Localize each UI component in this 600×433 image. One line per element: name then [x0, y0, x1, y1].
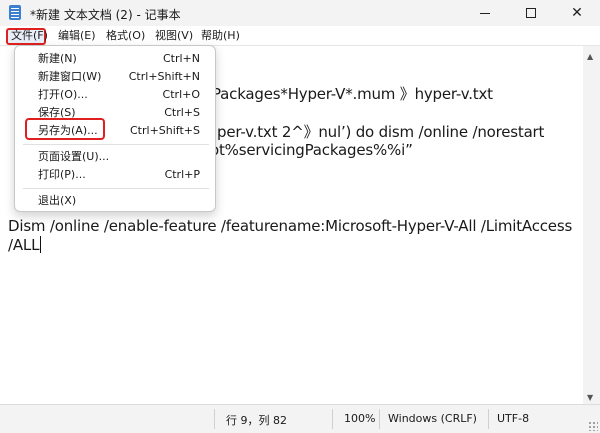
menu-view[interactable]: 视图(V): [155, 28, 193, 44]
menu-separator: [23, 144, 209, 145]
status-bar: 行 9，列 82 100% Windows (CRLF) UTF-8: [0, 404, 600, 433]
scroll-up-arrow-icon[interactable]: ▲: [587, 52, 593, 61]
menu-item-label: 页面设置(U)...: [38, 150, 110, 163]
menu-item-label: 新建窗口(W): [38, 70, 102, 83]
menu-item-shortcut: Ctrl+Shift+N: [128, 70, 200, 83]
maximize-button[interactable]: [508, 0, 554, 26]
status-divider: [379, 409, 380, 429]
menu-item-label: 打开(O)...: [38, 88, 88, 101]
menu-item-shortcut: Ctrl+P: [164, 168, 200, 181]
menu-help[interactable]: 帮助(H): [201, 28, 240, 44]
close-icon: ✕: [571, 5, 583, 21]
resize-grip-icon[interactable]: [588, 421, 598, 431]
menu-bar: 文件(F) 编辑(E) 格式(O) 视图(V) 帮助(H): [0, 26, 600, 46]
menu-item-print[interactable]: 打印(P)... Ctrl+P: [15, 165, 215, 184]
close-button[interactable]: ✕: [554, 0, 600, 26]
status-divider: [214, 409, 215, 429]
menu-item-new[interactable]: 新建(N) Ctrl+N: [15, 49, 215, 68]
menu-item-label: 退出(X): [38, 194, 77, 207]
menu-format[interactable]: 格式(O): [106, 28, 145, 44]
menu-item-shortcut: Ctrl+O: [162, 88, 200, 101]
cursor-position: 行 9，列 82: [226, 414, 287, 427]
vertical-scrollbar[interactable]: ▲ ▼: [583, 46, 600, 404]
editor-line-text: /ALL: [8, 236, 40, 254]
editor-line: ot%servicingPackages%%i”: [210, 141, 413, 159]
encoding[interactable]: UTF-8: [497, 412, 529, 425]
menu-edit[interactable]: 编辑(E): [58, 28, 96, 44]
title-bar[interactable]: *新建 文本文档 (2) - 记事本 ✕: [0, 0, 600, 26]
menu-item-exit[interactable]: 退出(X): [15, 191, 215, 210]
menu-item-page-setup[interactable]: 页面设置(U)...: [15, 147, 215, 166]
notepad-window: *新建 文本文档 (2) - 记事本 ✕ 文件(F) 编辑(E) 格式(O) 视…: [0, 0, 600, 433]
menu-item-label: 新建(N): [38, 52, 77, 65]
editor-line-with-caret: /ALL: [8, 236, 42, 254]
zoom-level[interactable]: 100%: [344, 412, 375, 425]
line-ending[interactable]: Windows (CRLF): [388, 412, 477, 425]
scroll-down-arrow-icon[interactable]: ▼: [587, 393, 593, 402]
minimize-icon: [480, 12, 490, 14]
editor-line: per-v.txt 2^》nul’) do dism /online /nore…: [217, 123, 545, 141]
menu-item-shortcut: Ctrl+S: [164, 106, 200, 119]
maximize-icon: [526, 8, 536, 18]
window-title: *新建 文本文档 (2) - 记事本: [30, 8, 181, 22]
text-caret: [40, 236, 42, 253]
status-divider: [488, 409, 489, 429]
menu-item-shortcut: Ctrl+N: [162, 52, 200, 65]
notepad-app-icon: [9, 5, 21, 20]
editor-line: Dism /online /enable-feature /featurenam…: [8, 217, 573, 235]
editor-line: Packages*Hyper-V*.mum 》hyper-v.txt: [212, 85, 493, 103]
menu-item-new-window[interactable]: 新建窗口(W) Ctrl+Shift+N: [15, 67, 215, 86]
menu-separator: [23, 188, 209, 189]
menu-item-open[interactable]: 打开(O)... Ctrl+O: [15, 85, 215, 104]
menu-item-label: 打印(P)...: [38, 168, 86, 181]
status-divider: [332, 409, 333, 429]
menu-file[interactable]: 文件(F): [6, 28, 48, 45]
save-as-highlight-box: [25, 118, 105, 140]
menu-item-shortcut: Ctrl+Shift+S: [130, 124, 200, 137]
minimize-button[interactable]: [462, 0, 508, 26]
file-dropdown-menu: 新建(N) Ctrl+N 新建窗口(W) Ctrl+Shift+N 打开(O).…: [14, 45, 216, 212]
